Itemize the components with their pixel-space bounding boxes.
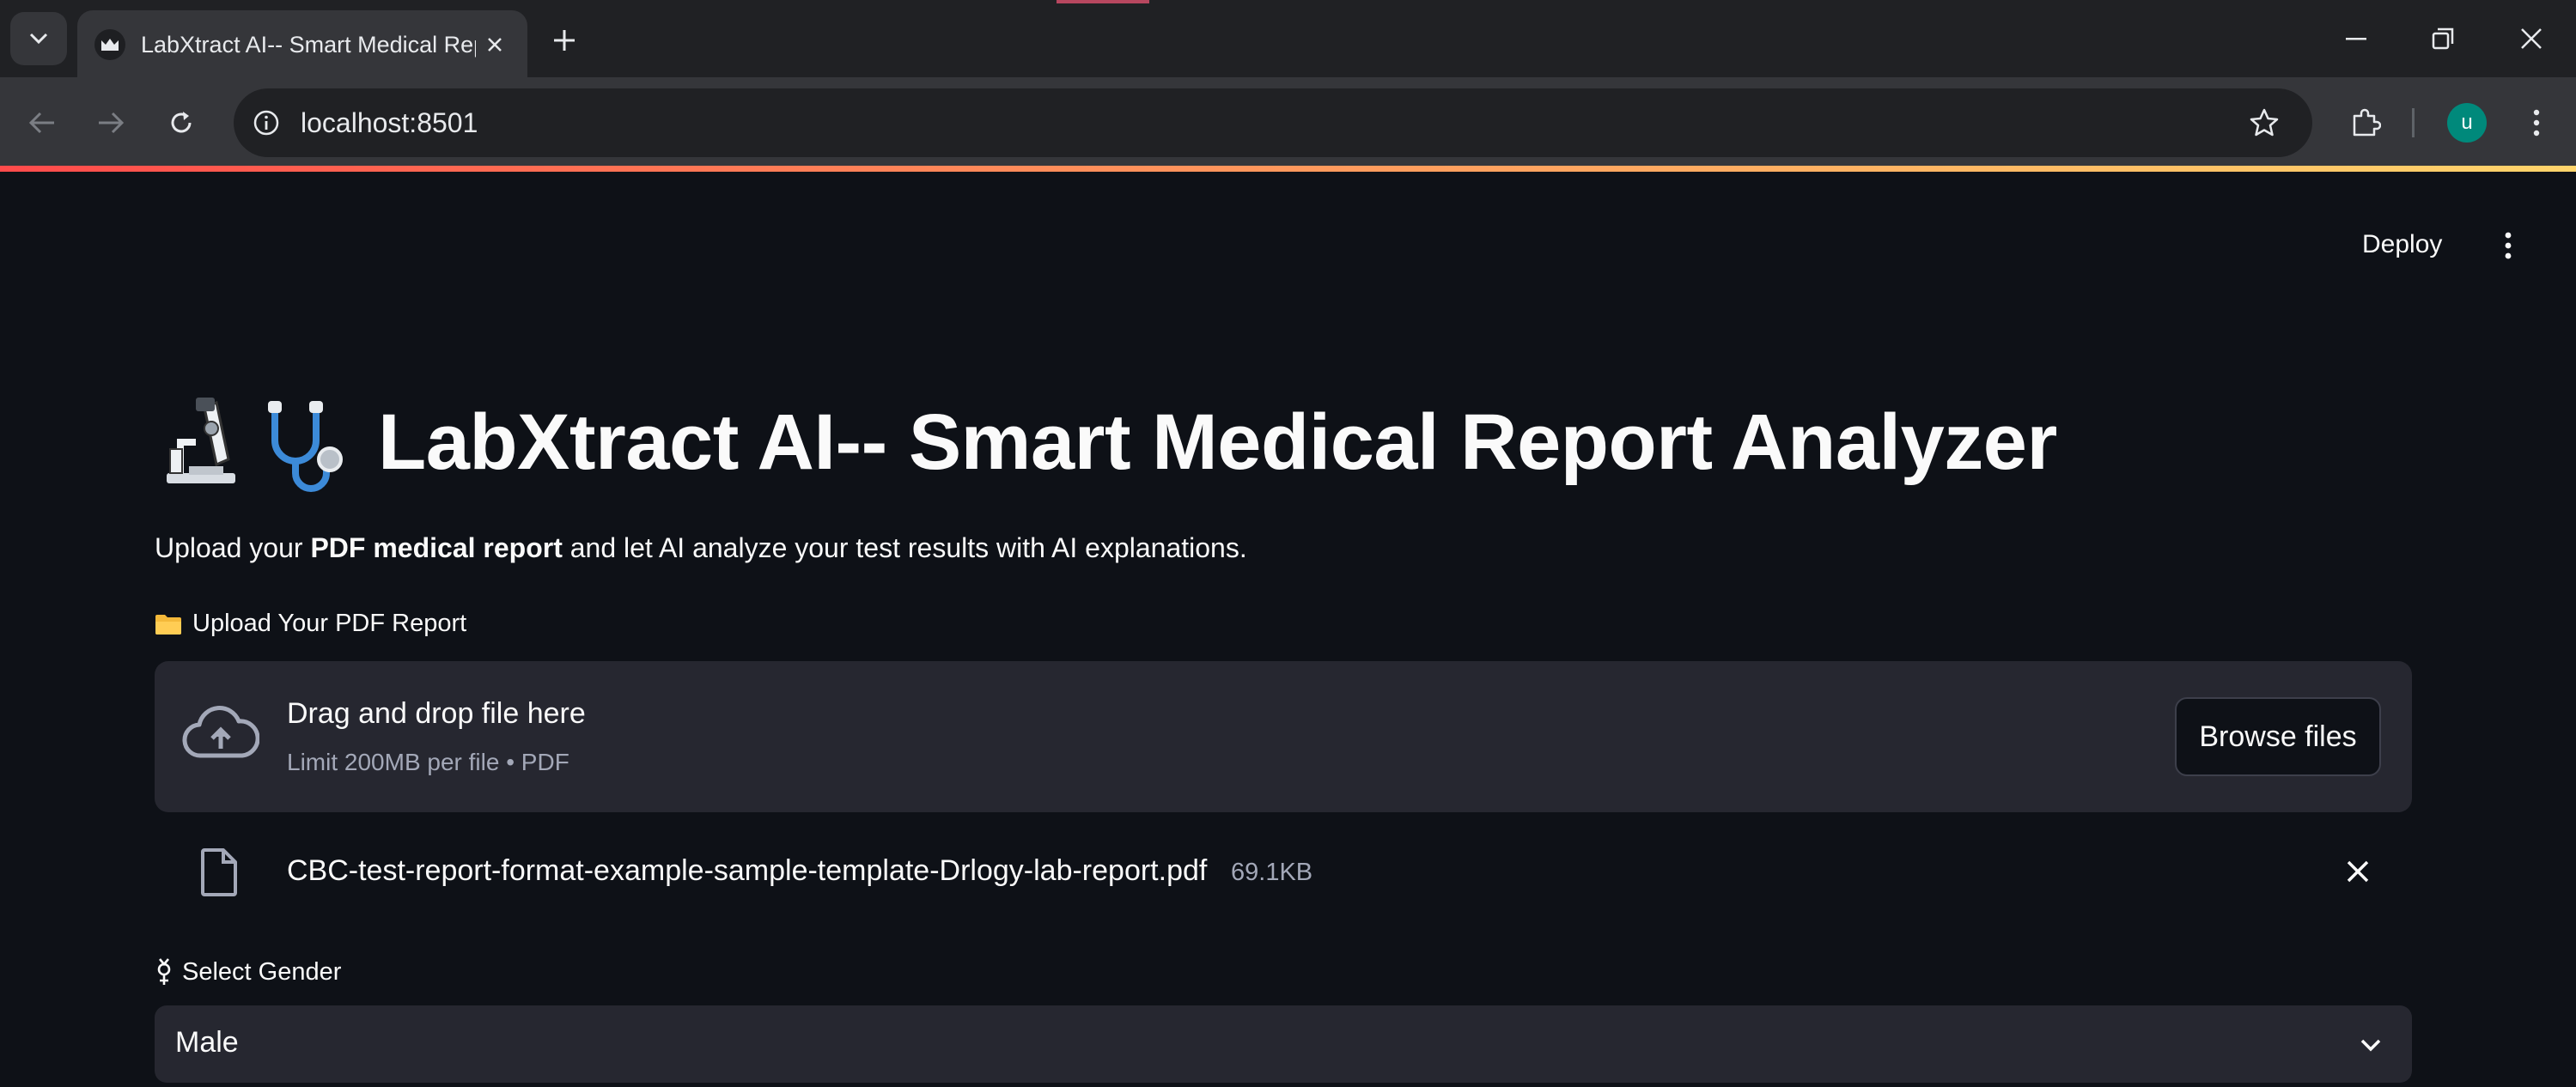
restore-icon: [2432, 27, 2454, 50]
page-title: LabXtract AI-- Smart Medical Report Anal…: [155, 391, 2057, 494]
microscope-stethoscope-emoji: [167, 398, 343, 492]
tab-search-button[interactable]: [10, 12, 67, 65]
browse-files-button[interactable]: Browse files: [2175, 697, 2381, 776]
subtitle-prefix: Upload your: [155, 532, 311, 563]
streamlit-crown-icon: [94, 29, 125, 60]
dropzone-instructions: Drag and drop file here: [287, 697, 586, 730]
file-uploader-label-text: Upload Your PDF Report: [192, 610, 467, 637]
browser-toolbar: localhost:8501 u: [0, 77, 2576, 168]
dropzone-limit-text: Limit 200MB per file • PDF: [287, 749, 569, 775]
microscope-icon: [167, 398, 235, 483]
restore-button[interactable]: [2413, 12, 2473, 65]
minimize-icon: [2346, 38, 2366, 40]
browser-tab-bar: LabXtract AI-- Smart Medical Report Anal…: [0, 0, 2576, 79]
minimize-button[interactable]: [2326, 12, 2386, 65]
page-title-text: LabXtract AI-- Smart Medical Report Anal…: [378, 398, 2057, 486]
app-main-menu-button[interactable]: [2484, 222, 2532, 270]
extensions-button[interactable]: [2341, 98, 2390, 148]
close-icon: [2347, 860, 2369, 883]
reload-icon: [171, 112, 192, 133]
app-view: Deploy LabXtract AI-- Smart Medical Repo…: [0, 172, 2576, 1087]
gender-select[interactable]: Male: [155, 1005, 2412, 1083]
uploaded-file-size: 69.1KB: [1231, 859, 1313, 886]
streamlit-header-decoration: [0, 166, 2576, 172]
arrow-right-icon: [99, 112, 125, 134]
close-tab-icon[interactable]: [479, 29, 510, 60]
chevron-down-icon: [29, 33, 48, 45]
arrow-left-icon: [28, 112, 54, 134]
address-bar[interactable]: localhost:8501: [234, 88, 2312, 157]
remove-file-button[interactable]: [2336, 850, 2379, 893]
close-window-button[interactable]: [2501, 12, 2561, 65]
gender-select-label: Select Gender: [155, 957, 341, 987]
puzzle-piece-icon: [2353, 108, 2381, 137]
chevron-down-icon: [2354, 1028, 2388, 1062]
kebab-menu-icon: [2533, 109, 2540, 137]
tab-strip-accent: [1057, 0, 1149, 3]
file-dropzone[interactable]: Drag and drop file here Limit 200MB per …: [155, 661, 2412, 812]
folder-icon: [155, 614, 181, 635]
browser-tab-active[interactable]: LabXtract AI-- Smart Medical Report Anal…: [77, 10, 527, 79]
new-tab-button[interactable]: [543, 19, 586, 62]
deploy-button[interactable]: Deploy: [2350, 219, 2454, 270]
bookmark-star-icon[interactable]: [2245, 104, 2283, 142]
page-subtitle: Upload your PDF medical report and let A…: [155, 532, 1247, 564]
gender-select-value: Male: [175, 1026, 239, 1059]
browser-menu-button[interactable]: [2512, 98, 2561, 148]
subtitle-suffix: and let AI analyze your test results wit…: [562, 532, 1247, 563]
kebab-menu-icon: [2505, 232, 2512, 259]
uploaded-file-item: CBC-test-report-format-example-sample-te…: [155, 833, 2412, 910]
forward-button[interactable]: [86, 98, 136, 148]
tab-title: LabXtract AI-- Smart Medical Report Anal…: [141, 31, 476, 58]
url-text: localhost:8501: [301, 106, 478, 138]
uploaded-file-name: CBC-test-report-format-example-sample-te…: [287, 854, 1208, 887]
plus-icon: [554, 30, 575, 51]
close-icon: [2521, 28, 2542, 49]
transgender-symbol-icon: [157, 958, 171, 985]
toolbar-separator: [2412, 108, 2415, 137]
file-icon: [201, 848, 237, 896]
back-button[interactable]: [17, 98, 67, 148]
profile-avatar[interactable]: u: [2447, 103, 2487, 143]
gender-select-label-text: Select Gender: [182, 957, 342, 986]
stethoscope-icon: [268, 401, 343, 492]
site-info-icon[interactable]: [247, 104, 285, 142]
reload-button[interactable]: [156, 98, 206, 148]
cloud-upload-icon: [182, 706, 259, 758]
subtitle-bold: PDF medical report: [310, 532, 563, 563]
file-uploader-label: Upload Your PDF Report: [155, 610, 466, 638]
